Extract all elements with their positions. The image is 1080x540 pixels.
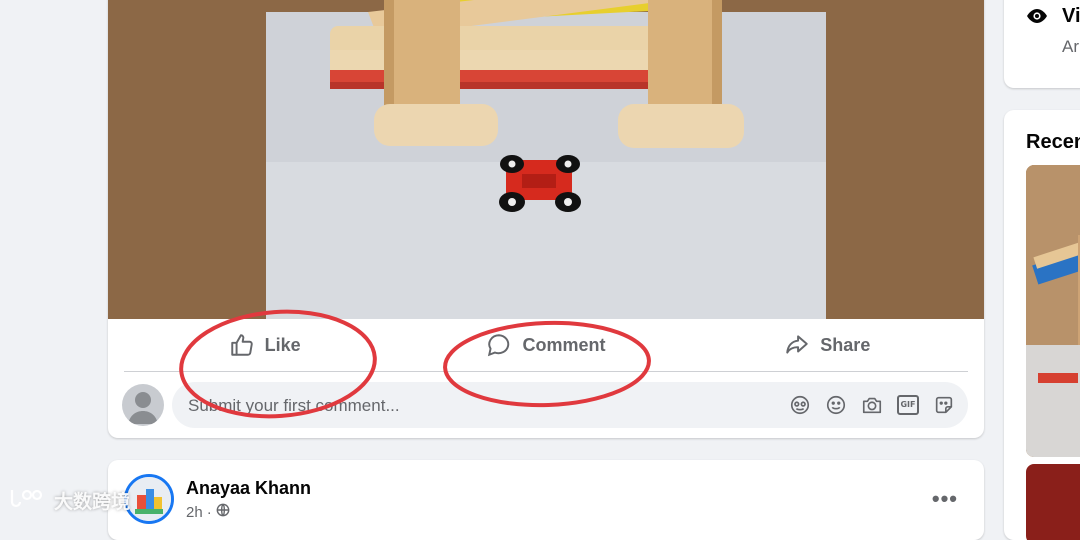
views-heading: Vi — [1062, 5, 1080, 27]
gif-label: GIF — [897, 395, 919, 415]
next-post-card: Anayaa Khann 2h · ••• — [108, 460, 984, 540]
thumbs-up-icon — [229, 332, 255, 358]
gif-icon[interactable]: GIF — [896, 393, 920, 417]
comment-composer: GIF — [122, 382, 970, 430]
meta-separator: · — [206, 503, 212, 521]
share-button[interactable]: Share — [687, 319, 968, 371]
post-card: Like Comment Share Submit your first com… — [108, 0, 984, 438]
views-subtext: Ar — [1062, 37, 1079, 56]
more-options-button[interactable]: ••• — [932, 486, 958, 512]
comment-input-box[interactable]: GIF — [172, 382, 968, 430]
camera-icon[interactable] — [860, 393, 884, 417]
emoji-icon[interactable] — [824, 393, 848, 417]
comment-label: Comment — [522, 334, 606, 355]
avatar-sticker-icon[interactable] — [788, 393, 812, 417]
sidebar-recent-card: Recen — [1004, 110, 1080, 540]
recent-thumbnail-2[interactable] — [1026, 464, 1080, 540]
globe-icon — [216, 503, 230, 521]
sticker-icon[interactable] — [932, 393, 956, 417]
like-button[interactable]: Like — [124, 319, 405, 371]
toy-track-photo — [266, 0, 826, 319]
post-meta: 2h · — [186, 503, 230, 521]
watermark-logo-icon — [8, 486, 48, 514]
author-avatar[interactable] — [124, 474, 174, 524]
post-time[interactable]: 2h — [186, 504, 203, 521]
eye-icon — [1026, 8, 1048, 29]
post-action-bar: Like Comment Share — [124, 319, 968, 372]
like-label: Like — [264, 334, 301, 355]
recent-thumbnail[interactable] — [1026, 165, 1080, 457]
comment-tools: GIF — [788, 393, 956, 417]
comment-input[interactable] — [186, 382, 750, 430]
speech-bubble-icon — [486, 332, 512, 358]
current-user-avatar[interactable] — [122, 384, 164, 426]
sidebar-views-card: Vi Ar — [1004, 0, 1080, 88]
watermark: 大数跨境 — [8, 486, 130, 514]
share-arrow-icon — [784, 332, 810, 358]
watermark-text: 大数跨境 — [54, 491, 131, 513]
share-label: Share — [820, 334, 871, 355]
post-photo[interactable] — [108, 0, 984, 319]
comment-button[interactable]: Comment — [405, 319, 686, 371]
author-name[interactable]: Anayaa Khann — [186, 478, 311, 499]
recent-title: Recen — [1026, 131, 1080, 153]
